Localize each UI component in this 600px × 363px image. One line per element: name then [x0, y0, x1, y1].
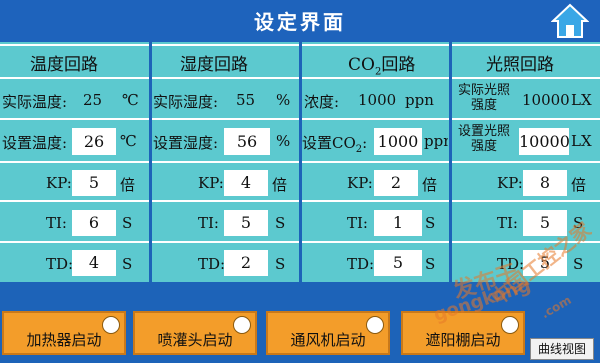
kp-unit: 倍: [422, 176, 438, 194]
heater-start-button[interactable]: 加热器启动: [2, 311, 126, 355]
set-temperature-label: 设置温度:: [2, 134, 68, 152]
ti-label: TI:: [497, 214, 518, 232]
sunshade-start-label: 遮阳棚启动: [425, 331, 501, 349]
sprinkler-start-label: 喷灌头启动: [157, 331, 233, 349]
co2-header: CO2回路: [348, 55, 416, 78]
actual-temperature-unit: ℃: [122, 91, 139, 109]
set-co2-input[interactable]: 1000: [374, 128, 422, 155]
title-bar: 设定界面: [0, 0, 600, 42]
td-unit: S: [122, 255, 133, 273]
humidity-header: 湿度回路: [180, 55, 248, 75]
td-input[interactable]: 2: [224, 250, 268, 276]
kp-label: KP:: [347, 174, 373, 192]
ti-label: TI:: [46, 214, 67, 232]
actual-humidity-unit: %: [276, 91, 291, 109]
fan-start-button[interactable]: 通风机启动: [266, 311, 390, 355]
kp-label: KP:: [46, 174, 72, 192]
set-humidity-input[interactable]: 56: [224, 128, 270, 155]
ti-input[interactable]: 1: [374, 210, 422, 236]
ti-input[interactable]: 5: [224, 210, 268, 236]
co2-concentration-value: 1000: [358, 91, 397, 109]
td-unit: S: [573, 255, 584, 273]
actual-humidity-value: 55: [236, 91, 256, 109]
actual-light-label: 实际光照 强度: [457, 83, 510, 113]
kp-input[interactable]: 5: [72, 170, 116, 196]
kp-unit: 倍: [120, 176, 136, 194]
set-co2-unit: ppn: [424, 132, 448, 150]
set-light-unit: LX: [571, 132, 592, 150]
kp-label: KP:: [198, 174, 224, 192]
light-header: 光照回路: [486, 55, 554, 75]
heater-start-label: 加热器启动: [26, 331, 102, 349]
ti-input[interactable]: 6: [72, 210, 116, 236]
td-unit: S: [275, 255, 286, 273]
curve-view-button[interactable]: 曲线视图: [530, 338, 594, 360]
ti-unit: S: [122, 214, 133, 232]
ti-unit: S: [425, 214, 436, 232]
set-light-label: 设置光照 强度: [457, 124, 510, 154]
settings-panel: 温度回路 实际温度: 25 ℃ 设置温度: 26 ℃ KP: 5 倍 TI: 6…: [0, 42, 600, 282]
co2-concentration-unit: ppn: [405, 91, 434, 109]
ti-unit: S: [275, 214, 286, 232]
kp-unit: 倍: [571, 176, 587, 194]
actual-temperature-label: 实际温度:: [2, 93, 68, 111]
actual-light-value: 10000: [522, 91, 570, 109]
co2-concentration-label: 浓度:: [304, 93, 340, 111]
td-unit: S: [425, 255, 436, 273]
kp-input[interactable]: 2: [374, 170, 418, 196]
set-temperature-input[interactable]: 26: [72, 128, 116, 155]
set-co2-label: 设置CO2:: [302, 134, 368, 155]
td-label: TD:: [347, 255, 375, 273]
kp-input[interactable]: 8: [523, 170, 567, 196]
set-temperature-unit: ℃: [120, 132, 137, 150]
set-humidity-unit: %: [276, 132, 291, 150]
actual-temperature-value: 25: [83, 91, 103, 109]
td-input[interactable]: 4: [72, 250, 116, 276]
td-label: TD:: [46, 255, 74, 273]
kp-input[interactable]: 4: [224, 170, 268, 196]
page-title: 设定界面: [254, 10, 346, 34]
fan-start-label: 通风机启动: [290, 331, 366, 349]
kp-label: KP:: [497, 174, 523, 192]
actual-humidity-label: 实际湿度:: [153, 93, 219, 111]
ti-label: TI:: [347, 214, 368, 232]
kp-unit: 倍: [272, 176, 288, 194]
ti-label: TI:: [198, 214, 219, 232]
actual-light-unit: LX: [571, 91, 592, 109]
set-humidity-label: 设置湿度:: [153, 134, 219, 152]
temperature-header: 温度回路: [30, 55, 98, 75]
td-input[interactable]: 5: [374, 250, 422, 276]
home-icon[interactable]: [551, 3, 589, 39]
td-label: TD:: [198, 255, 226, 273]
sprinkler-start-button[interactable]: 喷灌头启动: [133, 311, 257, 355]
set-light-input[interactable]: 10000: [519, 128, 570, 155]
